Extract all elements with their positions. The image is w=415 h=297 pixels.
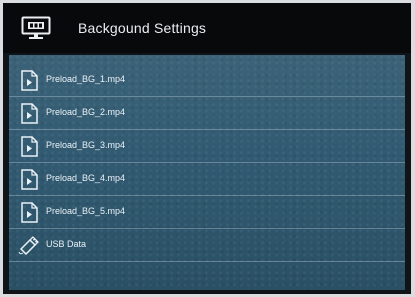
page-title: Backgound Settings bbox=[78, 20, 207, 36]
file-name: Preload_BG_2.mp4 bbox=[46, 107, 126, 117]
video-file-icon bbox=[21, 169, 38, 190]
usb-data-item[interactable]: USB Data bbox=[9, 229, 405, 262]
background-settings-window: Backgound Settings Preload_BG_1.mp4 Prel… bbox=[3, 3, 411, 294]
file-list-panel: Preload_BG_1.mp4 Preload_BG_2.mp4 Preloa… bbox=[9, 55, 405, 290]
video-file-icon bbox=[21, 202, 38, 223]
list-item[interactable]: Preload_BG_3.mp4 bbox=[9, 130, 405, 163]
file-name: Preload_BG_1.mp4 bbox=[46, 74, 126, 84]
video-file-icon bbox=[21, 70, 38, 91]
usb-data-label: USB Data bbox=[46, 239, 87, 249]
file-name: Preload_BG_4.mp4 bbox=[46, 173, 126, 183]
list-item[interactable]: Preload_BG_1.mp4 bbox=[9, 64, 405, 97]
file-name: Preload_BG_5.mp4 bbox=[46, 206, 126, 216]
usb-icon bbox=[18, 236, 39, 256]
video-file-icon bbox=[21, 103, 38, 124]
file-name: Preload_BG_3.mp4 bbox=[46, 140, 126, 150]
list-item[interactable]: Preload_BG_2.mp4 bbox=[9, 97, 405, 130]
video-file-icon bbox=[21, 136, 38, 157]
list-item[interactable]: Preload_BG_5.mp4 bbox=[9, 196, 405, 229]
list-item[interactable]: Preload_BG_4.mp4 bbox=[9, 163, 405, 196]
header-bar: Backgound Settings bbox=[3, 3, 411, 53]
monitor-icon bbox=[21, 16, 51, 39]
